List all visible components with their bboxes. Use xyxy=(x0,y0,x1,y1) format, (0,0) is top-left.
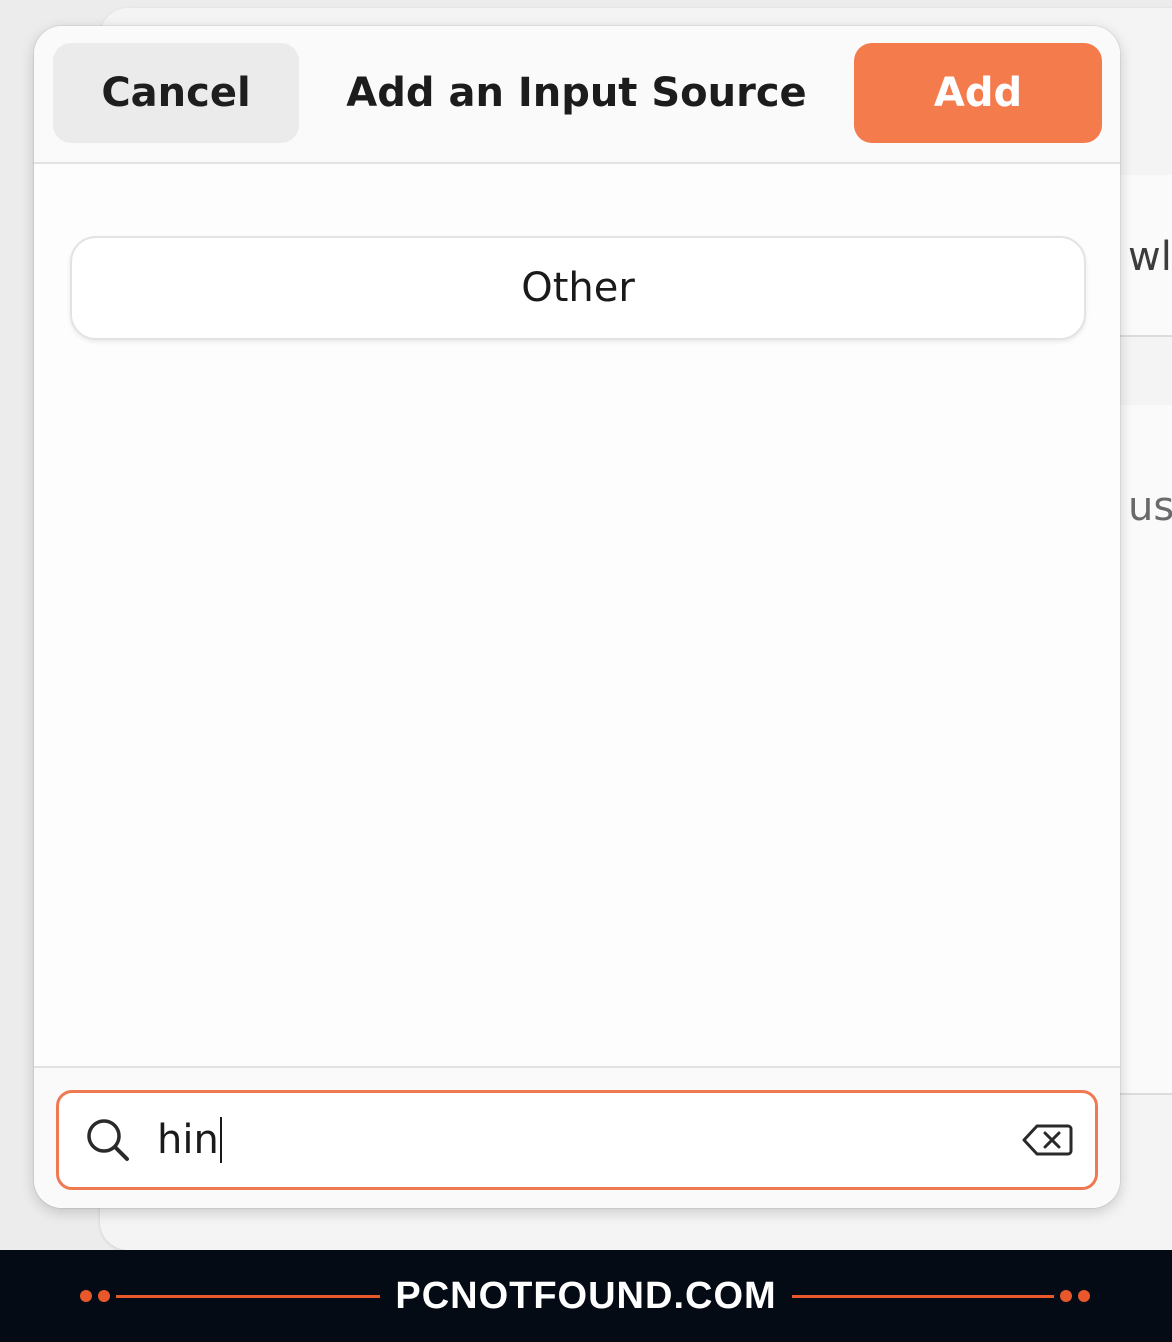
watermark-banner: PCNOTFOUND.COM xyxy=(0,1250,1172,1342)
background-row-text: wl xyxy=(1128,234,1172,280)
input-source-list: Other xyxy=(34,164,1120,1066)
banner-divider xyxy=(116,1295,380,1298)
background-row-text: us xyxy=(1128,484,1172,530)
banner-dot xyxy=(1060,1290,1072,1302)
text-cursor xyxy=(219,1117,222,1163)
cancel-button[interactable]: Cancel xyxy=(53,43,299,143)
add-input-source-dialog: Cancel Add an Input Source Add Other hin xyxy=(34,26,1120,1208)
search-query-text: hin xyxy=(157,1117,219,1163)
search-icon xyxy=(87,1119,129,1161)
banner-dot xyxy=(1078,1290,1090,1302)
backspace-clear-icon[interactable] xyxy=(1021,1123,1073,1157)
banner-dot xyxy=(80,1290,92,1302)
search-input-value[interactable]: hin xyxy=(157,1093,222,1187)
banner-divider xyxy=(792,1295,1054,1298)
add-button[interactable]: Add xyxy=(854,43,1102,143)
search-input[interactable]: hin xyxy=(56,1090,1098,1190)
dialog-title: Add an Input Source xyxy=(346,70,807,116)
watermark-text: PCNOTFOUND.COM xyxy=(395,1274,777,1317)
list-item-other[interactable]: Other xyxy=(70,236,1086,340)
dialog-header: Cancel Add an Input Source Add xyxy=(34,26,1120,164)
banner-dot xyxy=(98,1290,110,1302)
dialog-footer: hin xyxy=(34,1066,1120,1208)
